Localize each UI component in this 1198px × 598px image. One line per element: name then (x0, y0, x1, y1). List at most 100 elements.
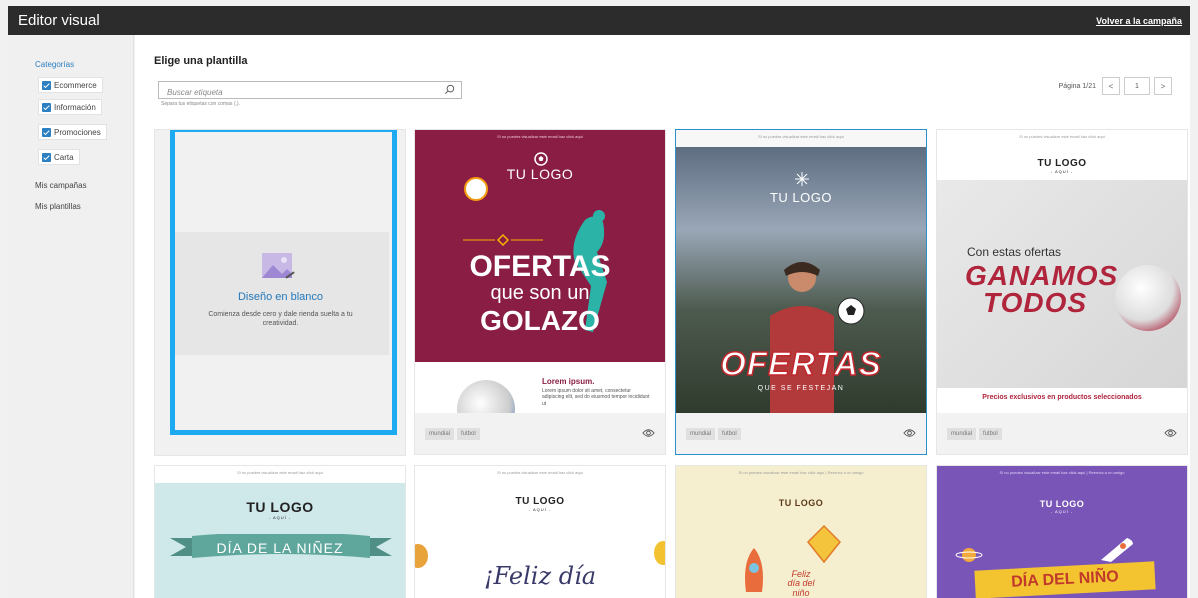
tag-chip[interactable]: futbol (979, 428, 1002, 440)
diamond-divider-icon (463, 234, 543, 246)
template-preview[interactable]: Si no puedes visualizar este email haz c… (155, 466, 405, 598)
template-card-ganamos[interactable]: Si no puedes visualizar este email haz c… (936, 129, 1188, 455)
hero-line-3: Precios exclusivos en productos seleccio… (982, 394, 1142, 401)
checkbox-checked-icon[interactable] (42, 102, 51, 112)
tag-chip[interactable]: mundial (425, 428, 455, 440)
topbar: Editor visual Volver a la campaña (8, 6, 1190, 35)
logo-text: TU LOGO - AQUÍ - (155, 499, 405, 520)
lower-title: Lorem ipsum. (542, 377, 595, 386)
template-preview[interactable]: Si no puedes visualizar este email haz c… (415, 466, 665, 598)
preheader-text: Si no puedes visualizar este email haz c… (155, 466, 405, 483)
logo-sub: - AQUÍ - (268, 515, 292, 520)
search-hint: Separa tus etiquetas con comas (,). (161, 101, 240, 107)
template-card-dia-nino[interactable]: Si no puedes visualizar este email haz c… (936, 465, 1188, 598)
preview-eye-icon[interactable] (1164, 428, 1177, 438)
rocket-icon (1101, 538, 1133, 562)
logo-main: TU LOGO (1037, 158, 1087, 169)
category-label: Promociones (54, 127, 101, 137)
template-preview[interactable]: Si no puedes visualizar este email haz c… (937, 130, 1187, 413)
category-carta[interactable]: Carta (38, 149, 80, 165)
preheader-text: Si no puedes visualizar este email haz c… (1019, 134, 1105, 139)
headline: ¡Feliz día (483, 562, 597, 590)
template-preview[interactable]: Si no puedes visualizar este email haz c… (415, 130, 665, 413)
template-card-feliz-dia[interactable]: Si no puedes visualizar este email haz c… (414, 465, 666, 598)
subline: QUE SE FESTEJAN (757, 385, 845, 392)
soccer-ball-icon (534, 152, 548, 166)
sidebar: Categorías Ecommerce Información Promoci… (8, 35, 134, 598)
my-campaigns-link[interactable]: Mis campañas (35, 181, 87, 190)
category-ecommerce[interactable]: Ecommerce (38, 77, 103, 93)
preheader-text: Si no puedes visualizar este email haz c… (999, 470, 1125, 475)
preheader-text: Si no puedes visualizar este email haz c… (497, 134, 583, 139)
logo-sub: - AQUÍ - (528, 507, 552, 512)
rocket-icon (745, 548, 763, 592)
prev-page-button[interactable]: < (1102, 77, 1120, 95)
preview-eye-icon[interactable] (642, 428, 655, 438)
preheader-text: Si no puedes visualizar este email haz c… (738, 470, 864, 475)
my-templates-link[interactable]: Mis plantillas (35, 202, 81, 211)
headline: OFERTAS (719, 344, 882, 383)
ball-splash-icon (464, 177, 488, 201)
tag-chip[interactable]: mundial (947, 428, 977, 440)
soccer-ball-icon (837, 297, 865, 325)
back-to-campaign-link[interactable]: Volver a la campaña (1096, 16, 1182, 26)
logo-text: TU LOGO (506, 166, 574, 182)
headline-line-2: que son un (490, 282, 590, 304)
hero-line-1: Con estas ofertas (967, 245, 1062, 259)
page-indicator: Página 1/21 (1058, 82, 1096, 90)
logo-text: TU LOGO - AQUÍ - (937, 158, 1187, 174)
preheader-text: Si no puedes visualizar este email haz c… (497, 470, 583, 475)
blank-design-card[interactable]: Diseño en blanco Comienza desde cero y d… (154, 129, 406, 456)
next-page-button[interactable]: > (1154, 77, 1172, 95)
tag-chip[interactable]: futbol (718, 428, 741, 440)
template-footer: mundial futbol (676, 413, 926, 454)
hero-line-2: GANAMOS TODOS (965, 260, 1119, 318)
preheader-text: Si no puedes visualizar este email haz c… (758, 134, 844, 139)
tag-search (158, 81, 462, 101)
headline: DÍA DE LA NIÑEZ (216, 540, 344, 556)
checkbox-checked-icon[interactable] (42, 152, 51, 162)
app-title: Editor visual (18, 12, 100, 29)
main-content: Elige una plantilla Separa tus etiquetas… (135, 35, 1190, 598)
template-preview[interactable]: Si no puedes visualizar este email haz c… (676, 130, 926, 413)
template-card-golazo[interactable]: Si no puedes visualizar este email haz c… (414, 129, 666, 455)
template-preview[interactable]: Si no puedes visualizar este email haz c… (676, 466, 926, 598)
page-title: Elige una plantilla (154, 55, 248, 67)
logo-main: TU LOGO (515, 496, 565, 507)
category-promociones[interactable]: Promociones (38, 124, 107, 140)
headline: Feliz día del niño (776, 569, 826, 598)
logo-text: TU LOGO - AQUÍ - (415, 496, 665, 512)
checkbox-checked-icon[interactable] (42, 127, 51, 137)
search-icon[interactable] (444, 84, 455, 95)
template-footer: mundial futbol (415, 413, 665, 454)
logo-main: TU LOGO (246, 499, 314, 515)
hero-word-1: GANAMOS (965, 260, 1119, 291)
pagination: Página 1/21 < 1 > (1059, 77, 1172, 95)
category-informacion[interactable]: Información (38, 99, 102, 115)
trophy-star-icon (795, 172, 809, 186)
search-input[interactable] (159, 84, 439, 101)
template-preview[interactable]: Si no puedes visualizar este email haz c… (937, 466, 1187, 598)
logo-text: TU LOGO (778, 498, 824, 508)
logo-text: TU LOGO (769, 190, 832, 205)
headline-line-1: OFERTAS (469, 250, 611, 283)
planet-icon (955, 548, 983, 562)
preview-eye-icon[interactable] (903, 428, 916, 438)
template-card-festejan[interactable]: Si no puedes visualizar este email haz c… (675, 129, 927, 455)
kite-icon (806, 524, 842, 564)
lower-text: Lorem ipsum dolor sit amet, consectetur … (542, 388, 650, 407)
tag-chip[interactable]: futbol (457, 428, 480, 440)
hero-word-2: TODOS (983, 286, 1088, 318)
headline: DÍA DEL NIÑO (974, 561, 1156, 598)
headline-line-3: niño (792, 587, 810, 598)
logo-sub: - AQUÍ - (1050, 509, 1074, 514)
checkbox-checked-icon[interactable] (42, 80, 51, 90)
tag-chip[interactable]: mundial (686, 428, 716, 440)
template-card-feliz-dia-nino[interactable]: Si no puedes visualizar este email haz c… (675, 465, 927, 598)
logo-sub: - AQUÍ - (1050, 169, 1074, 174)
soccer-ball-image (1115, 265, 1181, 331)
page-number-input[interactable]: 1 (1124, 77, 1150, 95)
template-card-dia-ninez[interactable]: Si no puedes visualizar este email haz c… (154, 465, 406, 598)
logo-main: TU LOGO (1039, 499, 1085, 509)
category-label: Carta (54, 152, 74, 162)
